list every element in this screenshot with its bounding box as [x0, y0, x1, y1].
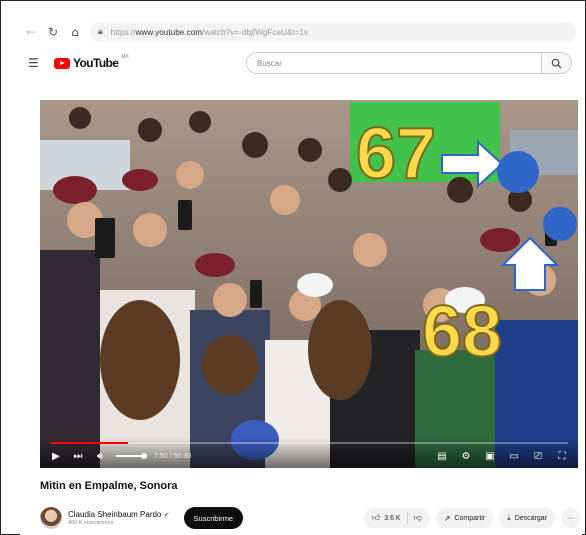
share-label: Compartir	[454, 514, 486, 522]
download-icon: ⤓	[507, 513, 511, 522]
search-icon	[551, 58, 562, 69]
controls-right: ▤ ⚙ ▣ ▭ ⎚ ⛶	[436, 451, 568, 462]
cast-icon[interactable]: ⎚	[532, 451, 544, 462]
video-title: Mitin en Empalme, Sonora	[40, 480, 178, 492]
browser-window: ← ↻ ⌂ 🔒︎ https://www.youtube.com/watch?v…	[20, 20, 582, 535]
share-arrow-icon: ↗	[443, 513, 451, 523]
arrow-left-icon[interactable]: ←	[24, 25, 38, 39]
play-icon[interactable]: ▶	[50, 451, 62, 462]
search-button[interactable]	[542, 52, 572, 74]
time-display: 7:50 / 50:30	[154, 452, 191, 460]
next-icon[interactable]: ⏭	[72, 451, 84, 462]
search-placeholder: Buscar	[257, 58, 282, 68]
blue-marker-2	[543, 207, 577, 241]
youtube-play-icon	[54, 57, 70, 69]
browser-toolbar: ← ↻ ⌂ 🔒︎ https://www.youtube.com/watch?v…	[20, 20, 582, 44]
home-icon[interactable]: ⌂	[68, 25, 82, 39]
download-button[interactable]: ⤓ Descargar	[499, 508, 555, 528]
youtube-header: ☰ YouTube MX Buscar	[20, 48, 582, 78]
channel-row: Claudia Sheinbaum Pardo ✔ 400 K suscript…	[40, 502, 580, 534]
overlay-number-67: 67	[355, 114, 437, 194]
lock-icon: 🔒︎	[98, 27, 103, 37]
thumbs-down-icon[interactable]: 👎︎	[414, 513, 422, 523]
channel-name-line[interactable]: Claudia Sheinbaum Pardo ✔	[68, 510, 170, 519]
blue-marker-1	[497, 151, 539, 193]
like-count[interactable]: 3.6 K	[384, 515, 400, 522]
subscriber-count: 400 K suscriptores	[68, 520, 114, 526]
subscribe-button[interactable]: Suscribirme	[183, 507, 244, 529]
channel-avatar[interactable]	[40, 507, 62, 529]
more-actions-button[interactable]: ···	[561, 508, 580, 528]
logo-text: YouTube	[73, 56, 119, 70]
overlay-number-68: 68	[421, 292, 503, 372]
fullscreen-icon[interactable]: ⛶	[556, 451, 568, 462]
action-buttons: 👍︎ 3.6 K 👎︎ ↗ Compartir ⤓ Descargar ···	[363, 508, 580, 528]
search-input[interactable]: Buscar	[246, 52, 542, 74]
url-text: https://www.youtube.com/watch?v=-dbjfWgF…	[110, 27, 309, 37]
subtitles-icon[interactable]: ▤	[436, 451, 448, 462]
progress-fill	[50, 442, 128, 444]
video-player[interactable]: 67 68 ▶ ⏭ 🔊︎ 7:50 / 50:30 ▤ ⚙ ▣ ▭ ⎚ ⛶	[40, 100, 578, 468]
more-label: ···	[567, 514, 574, 522]
controls-row: ▶ ⏭ 🔊︎ 7:50 / 50:30 ▤ ⚙ ▣ ▭ ⎚ ⛶	[50, 448, 568, 464]
volume-icon[interactable]: 🔊︎	[94, 451, 106, 462]
reload-icon[interactable]: ↻	[46, 25, 60, 39]
country-code: MX	[121, 54, 129, 60]
like-divider	[406, 512, 408, 524]
like-dislike-group: 👍︎ 3.6 K 👎︎	[363, 508, 430, 528]
download-label: Descargar	[514, 514, 547, 522]
youtube-logo[interactable]: YouTube MX	[54, 54, 129, 70]
progress-bar[interactable]	[50, 442, 568, 444]
player-controls: ▶ ⏭ 🔊︎ 7:50 / 50:30 ▤ ⚙ ▣ ▭ ⎚ ⛶	[40, 438, 578, 468]
volume-slider[interactable]	[116, 453, 147, 459]
video-frame	[40, 100, 578, 468]
thumbs-up-icon[interactable]: 👍︎	[372, 513, 380, 523]
address-bar[interactable]: 🔒︎ https://www.youtube.com/watch?v=-dbjf…	[90, 22, 576, 42]
channel-text: Claudia Sheinbaum Pardo ✔ 400 K suscript…	[68, 510, 170, 526]
settings-gear-icon[interactable]: ⚙	[460, 451, 472, 462]
menu-icon[interactable]: ☰	[28, 56, 40, 70]
miniplayer-icon[interactable]: ▣	[484, 451, 496, 462]
verified-check-icon: ✔	[163, 511, 170, 519]
share-button[interactable]: ↗ Compartir	[435, 508, 494, 528]
theater-mode-icon[interactable]: ▭	[508, 451, 520, 462]
channel-name[interactable]: Claudia Sheinbaum Pardo	[68, 510, 161, 519]
